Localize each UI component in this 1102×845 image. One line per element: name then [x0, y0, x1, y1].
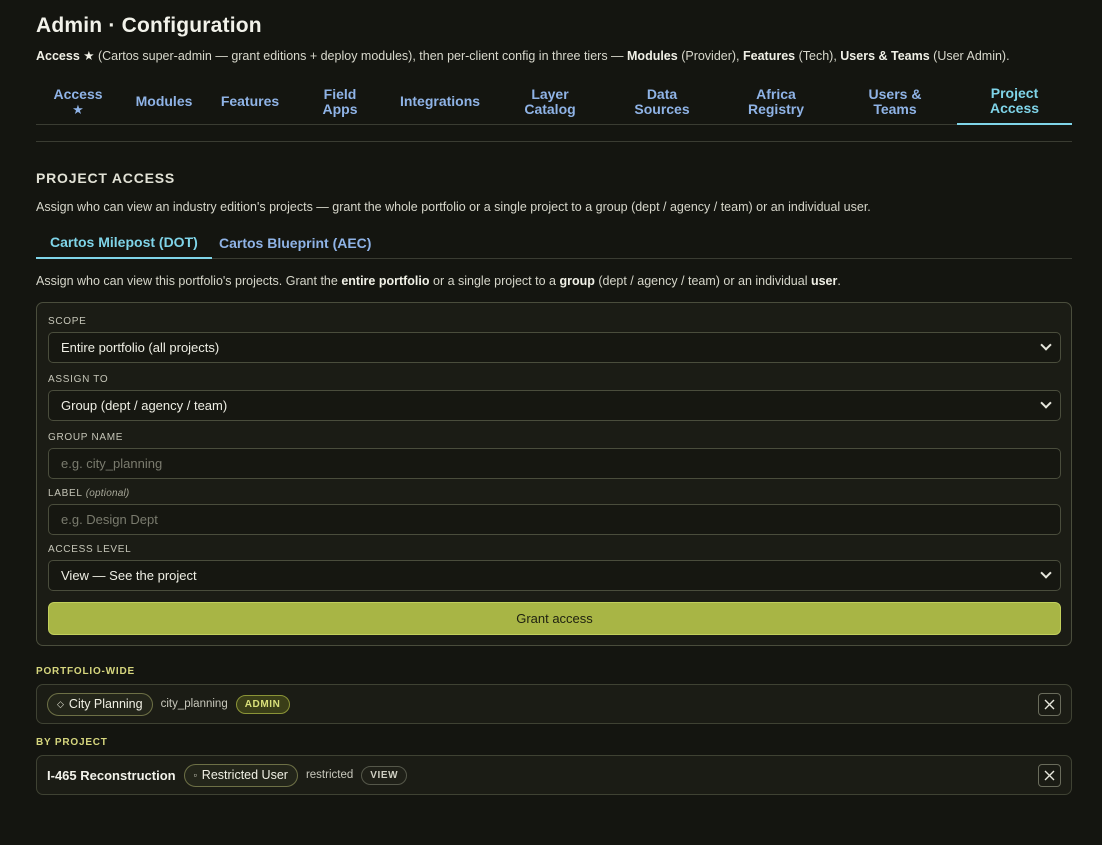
user-icon: ▫	[193, 770, 197, 780]
page-title: Admin · Configuration	[36, 14, 262, 37]
optional-hint: (optional)	[85, 488, 130, 499]
desc-text: Assign who can view this portfolio's pro…	[36, 274, 342, 288]
tab-label: Users &	[868, 85, 922, 102]
tab-label: Registry	[747, 100, 805, 117]
access-level-label: ACCESS LEVEL	[48, 544, 132, 555]
desc-text: or a single project to a	[429, 274, 560, 288]
user-name: Restricted User	[201, 768, 288, 782]
section-divider	[36, 141, 1072, 142]
tab-label: Access	[989, 99, 1040, 116]
tab-modules[interactable]: Modules	[126, 78, 202, 125]
tab-layer-catalog[interactable]: Layer Catalog	[506, 78, 594, 125]
assign-to-select[interactable]: Group (dept / agency / team)	[48, 390, 1061, 421]
desc-text: (dept / agency / team) or an individual	[594, 274, 811, 288]
label-input[interactable]: e.g. Design Dept	[48, 504, 1061, 535]
chevron-down-icon	[1040, 567, 1052, 579]
subtitle-text: (Tech),	[795, 49, 841, 63]
tab-label: Layer	[531, 85, 569, 102]
scope-value: Entire portfolio (all projects)	[61, 340, 220, 355]
subtitle-text: (Provider),	[677, 49, 744, 63]
portfolio-description: Assign who can view this portfolio's pro…	[36, 274, 841, 288]
group-id: city_planning	[160, 698, 228, 710]
assign-to-value: Group (dept / agency / team)	[61, 398, 228, 413]
page-subtitle: Access ★ (Cartos super-admin — grant edi…	[36, 48, 1072, 63]
close-icon	[1044, 770, 1055, 781]
edition-tabs: Cartos Milepost (DOT) Cartos Blueprint (…	[36, 226, 1072, 259]
portfolio-wide-title: PORTFOLIO-WIDE	[36, 666, 135, 677]
remove-grant-button[interactable]	[1038, 764, 1061, 787]
tab-label: Field	[323, 85, 357, 102]
chevron-down-icon	[1040, 397, 1052, 409]
tab-label: Teams	[873, 100, 917, 117]
tab-users-teams[interactable]: Users & Teams	[846, 78, 944, 125]
subtitle-text: (User Admin).	[929, 49, 1010, 63]
desc-emphasis: entire portfolio	[341, 274, 430, 288]
chevron-down-icon	[1040, 339, 1052, 351]
diamond-icon: ◇	[57, 698, 64, 709]
grant-access-button[interactable]: Grant access	[48, 602, 1061, 635]
label-placeholder: e.g. Design Dept	[61, 512, 158, 527]
user-id: restricted	[305, 769, 354, 781]
tab-label: Data	[646, 85, 678, 102]
desc-emphasis: group	[559, 274, 595, 288]
group-name: City Planning	[68, 697, 143, 711]
star-icon: ★	[72, 101, 84, 117]
tab-cartos-blueprint[interactable]: Cartos Blueprint (AEC)	[205, 226, 385, 259]
access-badge: ADMIN	[235, 694, 290, 714]
tab-label: Catalog	[524, 100, 576, 117]
label-field-label: LABEL (optional)	[48, 488, 129, 499]
tab-cartos-milepost[interactable]: Cartos Milepost (DOT)	[36, 226, 212, 259]
tab-africa-registry[interactable]: Africa Registry	[728, 78, 824, 125]
tab-label: Sources	[634, 100, 690, 117]
group-name-placeholder: e.g. city_planning	[61, 456, 163, 471]
scope-label: SCOPE	[48, 316, 87, 327]
access-level-value: View — See the project	[61, 568, 197, 583]
tab-label: Modules	[135, 93, 193, 109]
group-name-label: GROUP NAME	[48, 432, 124, 443]
subtitle-access: Access ★	[36, 49, 95, 63]
desc-emphasis: user	[810, 274, 838, 288]
tab-access[interactable]: Access ★	[36, 78, 120, 125]
close-icon	[1044, 699, 1055, 710]
tab-features[interactable]: Features	[212, 78, 288, 125]
tab-project-access[interactable]: Project Access	[957, 78, 1072, 125]
access-badge: VIEW	[361, 765, 408, 785]
group-pill: ◇ City Planning	[47, 692, 153, 716]
tab-field-apps[interactable]: Field Apps	[306, 78, 374, 125]
project-grant-row: I-465 Reconstruction ▫ Restricted User r…	[36, 755, 1072, 795]
tab-label: Access	[53, 85, 103, 102]
section-title: PROJECT ACCESS	[36, 170, 176, 186]
assign-to-label: ASSIGN TO	[48, 374, 109, 385]
tab-integrations[interactable]: Integrations	[390, 78, 490, 125]
tab-label: Africa	[756, 85, 796, 102]
access-level-select[interactable]: View — See the project	[48, 560, 1061, 591]
label-text: LABEL	[48, 488, 83, 499]
scope-select[interactable]: Entire portfolio (all projects)	[48, 332, 1061, 363]
portfolio-grant-row: ◇ City Planning city_planning ADMIN	[36, 684, 1072, 724]
tab-label: Integrations	[399, 93, 481, 109]
by-project-title: BY PROJECT	[36, 737, 108, 748]
user-pill: ▫ Restricted User	[183, 763, 298, 787]
group-name-input[interactable]: e.g. city_planning	[48, 448, 1061, 479]
subtitle-modules: Modules	[627, 49, 678, 63]
grant-access-form: SCOPE Entire portfolio (all projects) AS…	[36, 302, 1072, 646]
subtitle-text: (Cartos super-admin — grant editions + d…	[94, 49, 628, 63]
tab-label: Project	[990, 84, 1039, 101]
section-description: Assign who can view an industry edition'…	[36, 200, 871, 214]
subtitle-users-teams: Users & Teams	[840, 49, 930, 63]
tab-label: Apps	[322, 100, 358, 117]
tab-label: Features	[220, 93, 280, 109]
desc-text: .	[837, 274, 841, 288]
subtitle-features: Features	[743, 49, 796, 63]
tab-data-sources[interactable]: Data Sources	[616, 78, 708, 125]
project-name: I-465 Reconstruction	[47, 767, 176, 783]
remove-grant-button[interactable]	[1038, 693, 1061, 716]
main-tabs: Access ★ Modules Features Field Apps Int…	[36, 78, 1072, 125]
